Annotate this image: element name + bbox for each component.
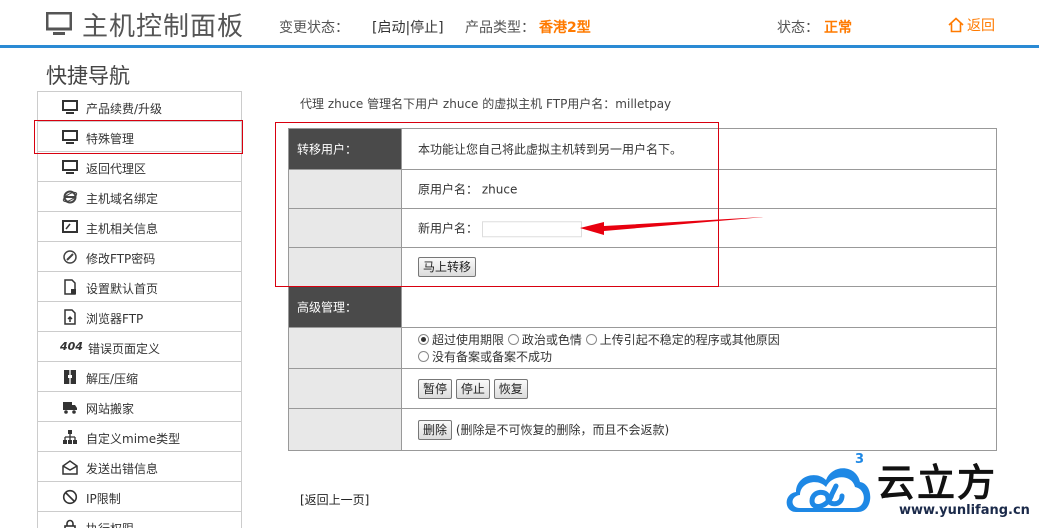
change-status-label: 变更状态： [279,20,349,36]
arrow-annotation [580,217,764,235]
page-icon [64,279,76,295]
start-stop-links[interactable]: [启动|停止] [372,17,444,37]
sidebar-item-error-page[interactable]: 404 错误页面定义 [38,332,241,362]
page-arrow-icon [64,309,76,325]
sidebar-item-label: 主机相关信息 [86,222,159,236]
reason-row: 超过使用期限 政治或色情 上传引起不稳定的程序或其他原因 没有备案或备案不成功 [289,328,996,369]
sidebar-item-renew[interactable]: 产品续费/升级 [38,92,241,122]
sidebar-item-default-page[interactable]: 设置默认首页 [38,272,241,302]
sidebar-item-domain[interactable]: 主机域名绑定 [38,182,241,212]
sidebar-item-label: 解压/压缩 [86,372,139,386]
reason-option[interactable]: 没有备案或备案不成功 [418,350,552,364]
quick-nav-title: 快捷导航 [46,64,130,88]
advanced-row: 高级管理： [289,287,996,328]
logo-url: www.yunlifang.cn [899,503,1030,518]
action-row: 暂停 停止 恢复 [289,369,996,409]
ie-icon [62,190,78,204]
tree-icon [63,430,77,444]
sidebar: 产品续费/升级 特殊管理 返回代理区 主机域名绑定 主机相关信息 修改FTP密码… [37,91,242,528]
sidebar-item-label: 主机域名绑定 [86,192,159,206]
lock-icon [64,519,76,528]
sidebar-item-label: 设置默认首页 [86,282,159,296]
sidebar-item-label: 返回代理区 [86,162,147,176]
transfer-highlight-box [275,122,719,287]
monitor-icon [62,100,78,114]
sidebar-item-mime[interactable]: 自定义mime类型 [38,422,241,452]
back-label: 返回 [967,18,995,34]
restore-button[interactable]: 恢复 [493,378,528,399]
screen-icon [62,220,78,233]
back-previous-link[interactable]: [返回上一页] [300,491,369,508]
sidebar-item-label: 修改FTP密码 [86,252,156,266]
radio-button[interactable] [418,334,429,345]
sidebar-item-compress[interactable]: 解压/压缩 [38,362,241,392]
advanced-section-label: 高级管理： [289,287,402,327]
brand-logo: 3 云立方 www.yunlifang.cn [782,450,1032,528]
status-label: 状态： [777,20,819,36]
sidebar-item-browser-ftp[interactable]: 浏览器FTP [38,302,241,332]
page-title: 主机控制面板 [82,12,245,42]
logo-text: 云立方 [877,461,998,505]
sidebar-item-exec-permission[interactable]: 执行权限 [38,512,241,528]
radio-button[interactable] [418,351,429,362]
header-bar: 主机控制面板 变更状态： [启动|停止] 产品类型： 香港2型 状态： 正常 返… [0,0,1039,48]
sidebar-item-host-info[interactable]: 主机相关信息 [38,212,241,242]
breadcrumb: 代理 zhuce 管理名下用户 zhuce 的虚拟主机 FTP用户名：mille… [300,97,672,111]
sidebar-item-agent[interactable]: 返回代理区 [38,152,241,182]
sidebar-item-label: 执行权限 [86,520,134,528]
truck-icon [63,402,77,414]
sidebar-item-ftp-password[interactable]: 修改FTP密码 [38,242,241,272]
monitor-icon [62,160,78,174]
sidebar-item-label: 错误页面定义 [88,342,161,356]
reason-option[interactable]: 上传引起不稳定的程序或其他原因 [585,333,780,347]
sidebar-item-label: 自定义mime类型 [86,432,181,446]
block-icon [62,489,78,505]
sidebar-item-label: 浏览器FTP [86,312,144,326]
sidebar-item-label: IP限制 [86,492,121,506]
active-highlight-box [34,120,243,154]
reason-option[interactable]: 超过使用期限 [418,333,504,347]
pause-button[interactable]: 暂停 [418,378,453,399]
404-icon: 404 [60,340,83,353]
monitor-icon [46,12,72,35]
product-type-label: 产品类型： [465,20,535,36]
radio-button[interactable] [507,334,519,345]
product-type-value: 香港2型 [539,20,591,36]
sidebar-item-migrate[interactable]: 网站搬家 [38,392,241,422]
status-value: 正常 [824,20,852,36]
delete-note: (删除是不可恢复的删除，而且不会返款) [455,422,670,437]
stop-button[interactable]: 停止 [455,378,490,399]
logo-superscript: 3 [855,452,865,467]
sidebar-item-label: 网站搬家 [86,402,135,416]
archive-icon [64,370,76,384]
mail-icon [62,460,78,475]
sidebar-item-ip-limit[interactable]: IP限制 [38,482,241,512]
sidebar-item-send-error[interactable]: 发送出错信息 [38,452,241,482]
back-button[interactable]: 返回 [948,15,995,35]
sidebar-item-label: 产品续费/升级 [86,102,163,116]
reason-option[interactable]: 政治或色情 [507,333,582,347]
delete-row: 删除 (删除是不可恢复的删除，而且不会返款) [289,409,996,450]
sidebar-item-label: 发送出错信息 [86,462,159,476]
delete-button[interactable]: 删除 [418,419,453,440]
pen-icon [63,250,77,264]
home-icon [948,17,964,33]
radio-button[interactable] [585,334,597,345]
